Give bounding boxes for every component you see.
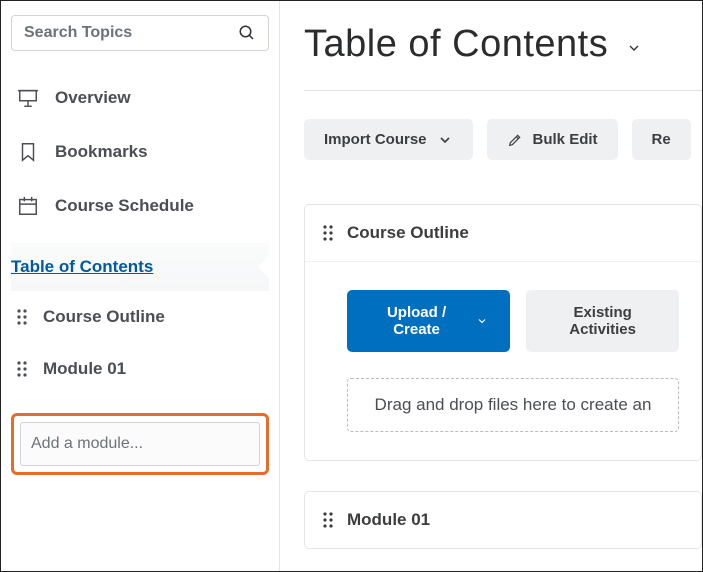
page-title: Table of Contents (304, 23, 608, 66)
sidebar-module-label: Course Outline (43, 307, 165, 327)
presentation-icon (17, 87, 39, 109)
existing-activities-button[interactable]: Existing Activities (526, 290, 679, 352)
card-actions: Upload / Create Existing Activities (347, 290, 679, 352)
search-field-wrap (11, 15, 269, 51)
sidebar-item-label: Bookmarks (55, 142, 148, 162)
chevron-down-icon (626, 40, 642, 56)
sidebar-item-schedule[interactable]: Course Schedule (11, 179, 269, 233)
card-body: Upload / Create Existing Activities Drag… (305, 262, 701, 460)
search-input[interactable] (24, 24, 238, 42)
sidebar-item-label: Overview (55, 88, 131, 108)
sidebar-item-overview[interactable]: Overview (11, 71, 269, 125)
sidebar-item-label: Course Schedule (55, 196, 194, 216)
sidebar-module-course-outline[interactable]: Course Outline (11, 291, 269, 343)
add-module-highlight (11, 413, 269, 475)
card-header-course-outline: Course Outline (305, 205, 701, 262)
active-notch (258, 255, 270, 279)
sidebar: Overview Bookmarks Course Schedule Table… (1, 1, 280, 571)
drag-handle-icon[interactable] (321, 223, 335, 243)
toolbar: Import Course Bulk Edit Re (304, 119, 702, 160)
upload-create-button[interactable]: Upload / Create (347, 290, 510, 352)
related-button[interactable]: Re (632, 119, 691, 160)
search-icon (238, 24, 256, 42)
chevron-down-icon (476, 314, 488, 328)
calendar-icon (17, 195, 39, 217)
sidebar-module-01[interactable]: Module 01 (11, 343, 269, 395)
drag-handle-icon[interactable] (321, 510, 335, 530)
sidebar-module-label: Module 01 (43, 359, 126, 379)
drag-handle-icon[interactable] (15, 307, 29, 327)
page-title-row: Table of Contents (304, 23, 702, 91)
button-label: Import Course (324, 131, 427, 148)
bookmark-icon (17, 141, 39, 163)
button-label: Re (652, 131, 671, 148)
button-label: Bulk Edit (533, 131, 598, 148)
button-label: Upload / Create (369, 304, 464, 338)
pencil-icon (507, 132, 523, 148)
button-label: Existing Activities (546, 304, 659, 338)
dropzone-text: Drag and drop files here to create an (375, 395, 652, 414)
module-01-card: Module 01 (304, 491, 702, 549)
course-outline-card: Course Outline Upload / Create Existing … (304, 204, 702, 461)
card-title: Module 01 (347, 510, 430, 530)
bulk-edit-button[interactable]: Bulk Edit (487, 119, 618, 160)
dropzone[interactable]: Drag and drop files here to create an (347, 378, 679, 432)
title-dropdown[interactable] (626, 40, 642, 56)
import-course-button[interactable]: Import Course (304, 119, 473, 160)
main-content: Table of Contents Import Course Bulk Edi… (280, 1, 702, 571)
sidebar-item-bookmarks[interactable]: Bookmarks (11, 125, 269, 179)
sidebar-item-toc[interactable]: Table of Contents (11, 243, 269, 291)
card-header-module-01: Module 01 (305, 492, 701, 548)
card-title: Course Outline (347, 223, 469, 243)
drag-handle-icon[interactable] (15, 359, 29, 379)
add-module-input[interactable] (20, 422, 260, 466)
toc-link-text[interactable]: Table of Contents (11, 257, 153, 276)
chevron-down-icon (437, 132, 453, 148)
